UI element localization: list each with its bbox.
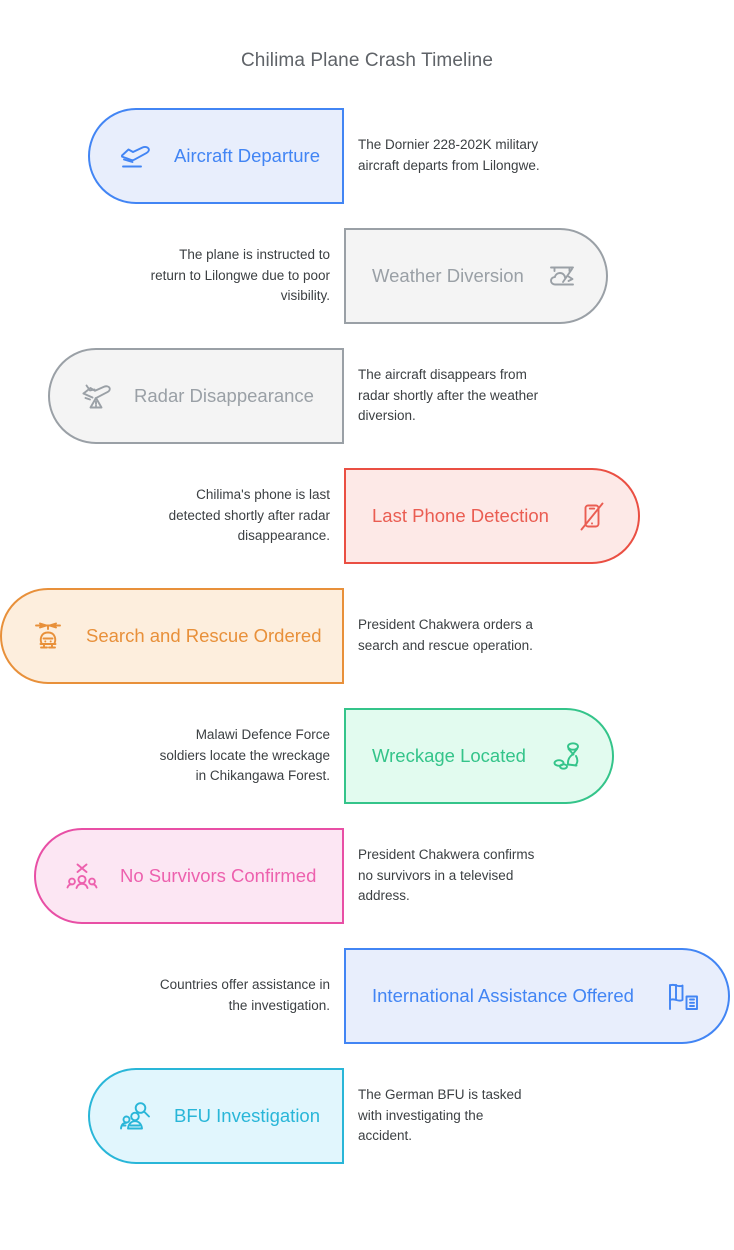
timeline-item: The plane is instructed to return to Lil… (0, 216, 734, 336)
timeline-event-label: No Survivors Confirmed (120, 864, 317, 886)
map-flag-icon (662, 976, 702, 1016)
timeline-event-label: International Assistance Offered (372, 984, 634, 1006)
timeline-event-label: Radar Disappearance (134, 384, 314, 406)
timeline-item: Chilima's phone is last detected shortly… (0, 456, 734, 576)
cloud-weather-icon (542, 256, 582, 296)
wreckage-debris-icon (546, 736, 586, 776)
timeline-event-label: Aircraft Departure (174, 144, 320, 166)
phone-off-icon (572, 496, 612, 536)
timeline-event-pill[interactable]: BFU Investigation (88, 1068, 344, 1164)
timeline-event-label: Last Phone Detection (372, 504, 549, 526)
timeline-list: Aircraft Departure The Dornier 228-202K m… (0, 96, 734, 1176)
page-title: Chilima Plane Crash Timeline (240, 50, 493, 71)
timeline-event-description: The plane is instructed to return to Lil… (150, 247, 330, 304)
timeline-event-pill[interactable]: Weather Diversion (344, 228, 608, 324)
timeline-item: No Survivors Confirmed President Chakwera… (0, 816, 734, 936)
timeline-item: Malawi Defence Force soldiers locate the… (0, 696, 734, 816)
timeline-event-description: Chilima's phone is last detected shortly… (168, 487, 330, 544)
timeline-event-pill[interactable]: International Assistance Offered (344, 948, 730, 1044)
timeline-event-description: The Dornier 228-202K military aircraft d… (358, 137, 540, 173)
plane-crash-warning-icon (76, 376, 116, 416)
timeline-event-label: BFU Investigation (174, 1104, 321, 1126)
timeline-event-description: Malawi Defence Force soldiers locate the… (159, 727, 330, 784)
timeline-event-description: The aircraft disappears from radar short… (358, 367, 539, 424)
airplane-takeoff-icon (116, 136, 156, 176)
timeline-event-description: The German BFU is tasked with investigat… (358, 1087, 522, 1144)
investigators-search-icon (116, 1096, 156, 1136)
timeline-event-pill[interactable]: Search and Rescue Ordered (0, 588, 344, 684)
timeline-event-description: Countries offer assistance in the invest… (159, 977, 330, 1013)
timeline-event-pill[interactable]: Radar Disappearance (48, 348, 344, 444)
timeline-event-label: Search and Rescue Ordered (86, 624, 322, 646)
timeline-event-pill[interactable]: No Survivors Confirmed (34, 828, 344, 924)
timeline-item: Search and Rescue Ordered President Chakw… (0, 576, 734, 696)
people-no-survivors-icon (62, 856, 102, 896)
timeline-event-pill[interactable]: Aircraft Departure (88, 108, 344, 204)
timeline-event-pill[interactable]: Wreckage Located (344, 708, 614, 804)
timeline-event-label: Weather Diversion (372, 264, 524, 286)
timeline-event-pill[interactable]: Last Phone Detection (344, 468, 640, 564)
timeline-item: Radar Disappearance The aircraft disappea… (0, 336, 734, 456)
timeline-item: Countries offer assistance in the invest… (0, 936, 734, 1056)
helicopter-icon (28, 616, 68, 656)
timeline-event-description: President Chakwera confirms no survivors… (358, 847, 535, 904)
timeline-event-description: President Chakwera orders a search and r… (358, 617, 533, 653)
timeline-item: Aircraft Departure The Dornier 228-202K m… (0, 96, 734, 216)
timeline-event-label: Wreckage Located (372, 744, 526, 766)
timeline-item: BFU Investigation The German BFU is taske… (0, 1056, 734, 1176)
